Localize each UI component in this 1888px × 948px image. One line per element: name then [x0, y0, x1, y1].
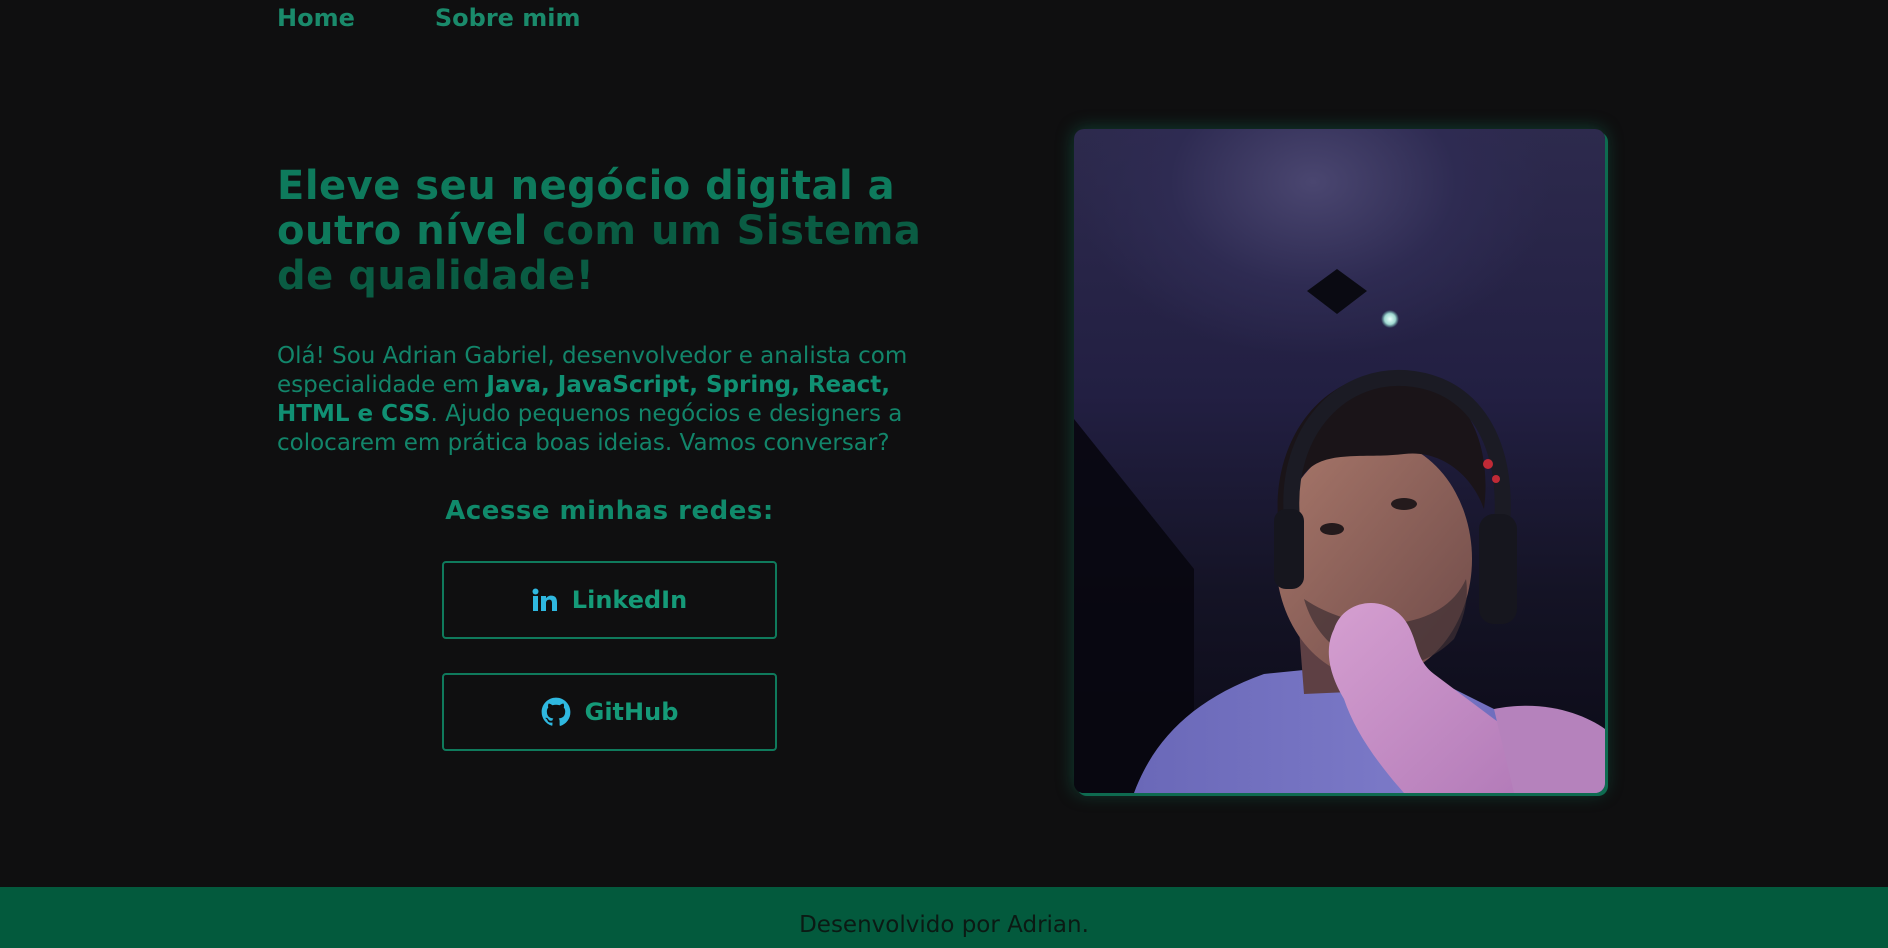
github-label: GitHub — [584, 698, 679, 726]
linkedin-button[interactable]: LinkedIn — [442, 561, 777, 639]
nav-home-link[interactable]: Home — [277, 4, 355, 32]
github-button[interactable]: GitHub — [442, 673, 777, 751]
intro-text: Olá! Sou Adrian Gabriel, desenvolvedor e… — [277, 342, 957, 458]
social-title: Acesse minhas redes: — [445, 496, 774, 526]
hero-headline: Eleve seu negócio digital a outro nível … — [277, 164, 957, 299]
page: Home Sobre mim Eleve seu negócio digital… — [0, 0, 1888, 948]
profile-photo — [1074, 129, 1605, 793]
github-icon — [541, 697, 571, 727]
nav-about-link[interactable]: Sobre mim — [435, 4, 581, 32]
footer-text: Desenvolvido por Adrian. — [799, 912, 1089, 938]
linkedin-label: LinkedIn — [571, 586, 688, 614]
top-nav: Home Sobre mim — [277, 4, 581, 32]
linkedin-icon — [532, 588, 558, 612]
footer: Desenvolvido por Adrian. — [0, 887, 1888, 948]
ceiling-lamp — [1307, 269, 1367, 314]
